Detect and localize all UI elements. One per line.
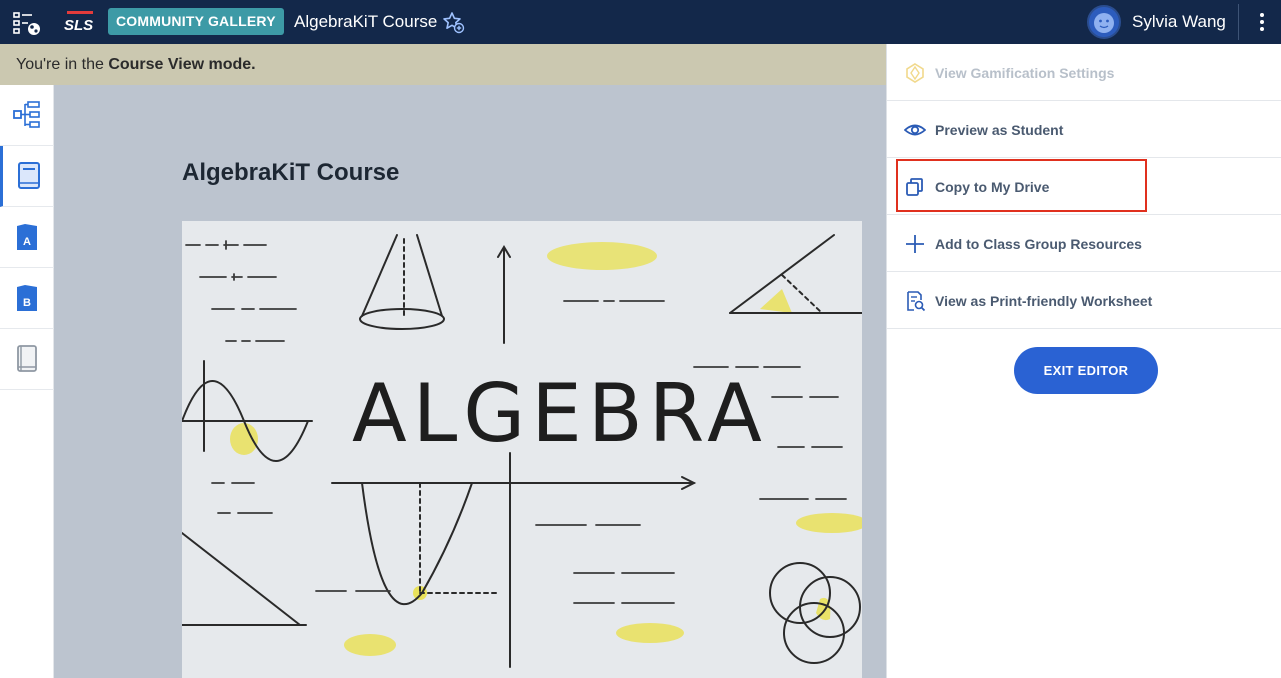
course-cover-image: ALGEBRA [182,221,862,678]
worksheet-icon [907,291,926,312]
main-content: AlgebraKiT Course ALGEBRA [54,85,886,678]
algebra-illustration: ALGEBRA [182,221,862,678]
menu-item-add-to-class-group-resources[interactable]: Add to Class Group Resources [887,215,1281,272]
eye-icon [904,124,926,136]
book-icon [17,162,40,189]
more-options-icon[interactable] [1252,10,1272,34]
apps-menu-icon[interactable] [12,9,42,37]
rail-item-folder-b[interactable]: B [0,268,54,329]
mode-banner: You're in the Course View mode. [0,44,886,85]
menu-item-view-as-print-friendly-worksheet[interactable]: View as Print-friendly Worksheet [887,272,1281,329]
rail-item-structure[interactable] [0,85,54,146]
folder-b-icon: B [17,285,37,311]
menu-item-copy-to-my-drive[interactable]: Copy to My Drive [887,158,1281,215]
left-rail: A B [0,85,54,678]
menu-item-label: Preview as Student [935,122,1064,138]
copy-icon [906,178,923,196]
notebook-icon [17,345,37,372]
user-name[interactable]: Sylvia Wang [1132,11,1226,33]
folder-a-icon: A [17,224,37,250]
user-avatar[interactable] [1087,5,1121,39]
mode-banner-mode: Course View mode. [108,56,256,73]
menu-item-label: View Gamification Settings [935,65,1115,81]
menu-item-label: Add to Class Group Resources [935,236,1142,252]
community-gallery-badge[interactable]: COMMUNITY GALLERY [108,8,284,35]
header-course-title: AlgebraKiT Course [294,12,438,31]
sls-logo[interactable]: SLS [64,11,98,34]
topbar-divider [1238,4,1239,40]
exit-editor-button[interactable]: EXIT EDITOR [1014,347,1158,394]
menu-item-label: Copy to My Drive [935,179,1050,195]
algebra-hero-text: ALGEBRA [352,367,768,460]
course-title: AlgebraKiT Course [182,159,400,186]
rail-item-notebook[interactable] [0,329,54,390]
rail-item-course-book[interactable] [0,146,54,207]
svg-text:B: B [23,297,31,309]
tree-structure-icon [13,101,40,128]
top-bar: SLS COMMUNITY GALLERY AlgebraKiT Course … [0,0,1281,44]
svg-text:A: A [23,236,31,248]
gamification-icon [906,63,924,83]
favorite-star-icon[interactable] [441,10,465,34]
rail-item-folder-a[interactable]: A [0,207,54,268]
menu-item-label: View as Print-friendly Worksheet [935,293,1153,309]
plus-icon [906,235,924,253]
mode-banner-prefix: You're in the [16,56,109,73]
sls-logo-text: SLS [64,17,93,33]
menu-item-preview-as-student[interactable]: Preview as Student [887,101,1281,158]
menu-item-view-gamification-settings[interactable]: View Gamification Settings [887,44,1281,101]
